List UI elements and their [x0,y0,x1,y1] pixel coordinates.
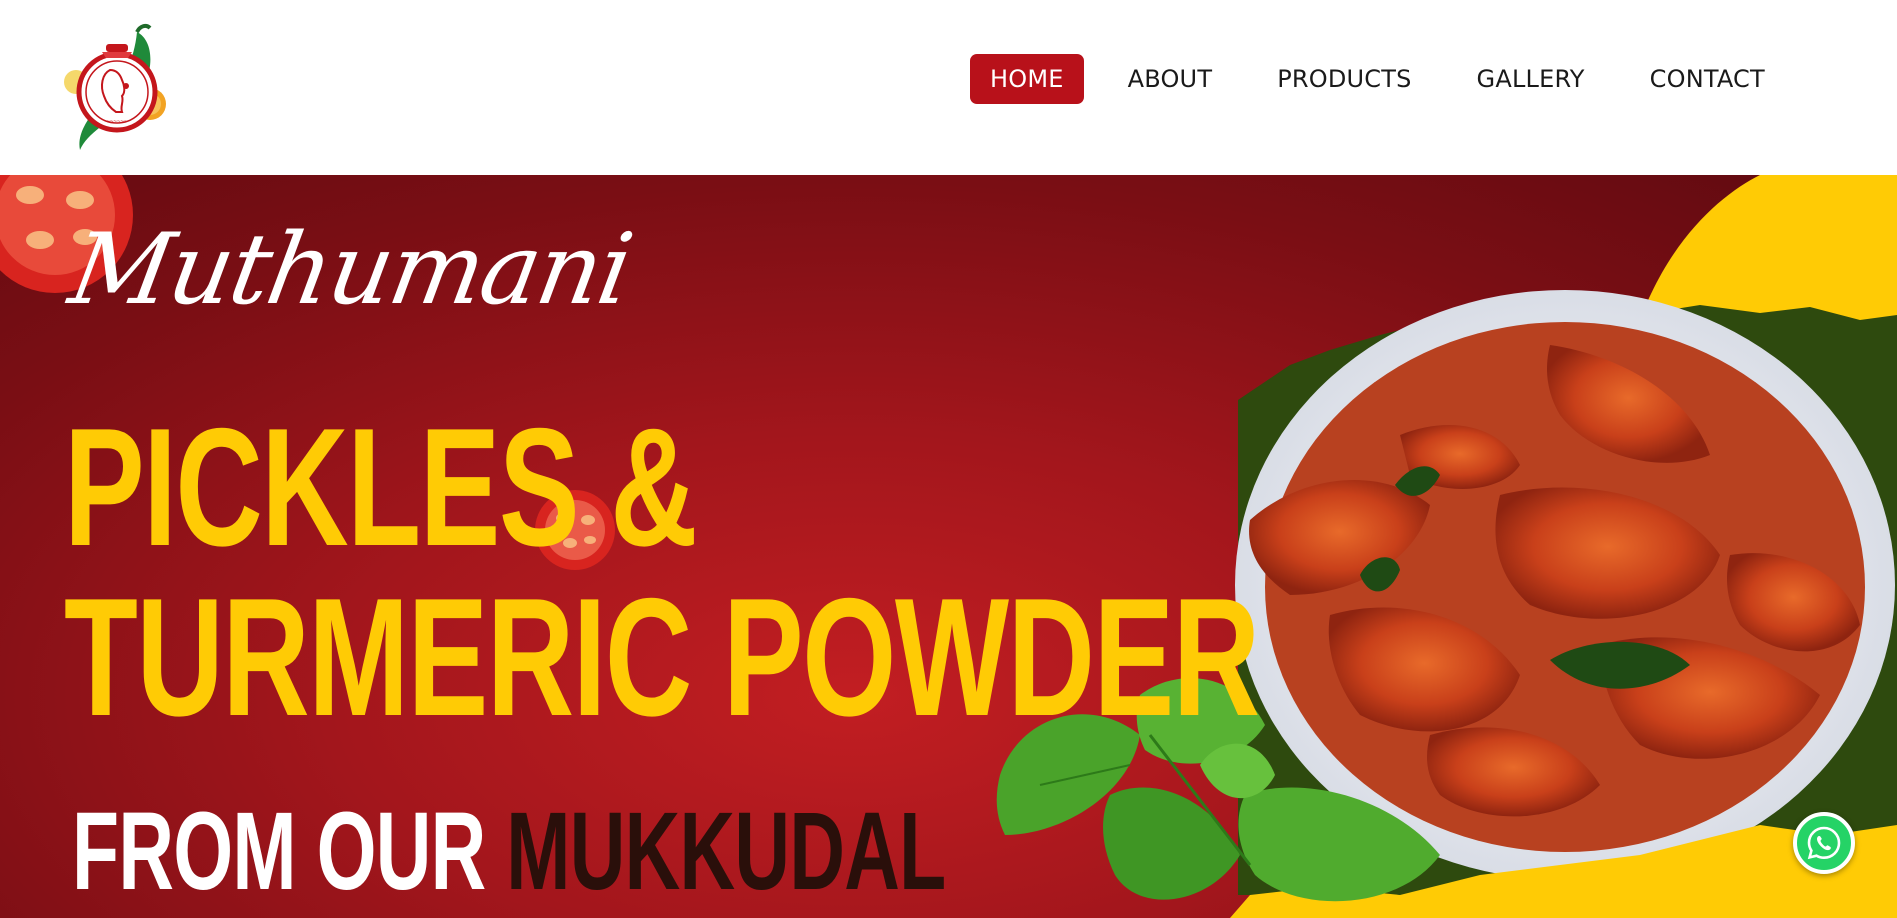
hero-banner: Muthumani PICKLES & TURMERIC POWDER FROM… [0,175,1897,918]
brand-script-title: Muthumani [61,213,639,327]
nav-home[interactable]: HOME [970,54,1084,104]
brand-logo-icon[interactable]: ~~~~~~ [62,22,172,152]
nav-products[interactable]: PRODUCTS [1255,54,1433,104]
nav-gallery[interactable]: GALLERY [1455,54,1607,104]
nav-contact[interactable]: CONTACT [1628,54,1787,104]
hero-headline-line2: TURMERIC POWDER [64,563,1260,751]
hero-subline-part2: MUKKUDAL [506,790,946,913]
site-header: ~~~~~~ HOME ABOUT PRODUCTS GALLERY CONTA… [0,0,1897,175]
svg-text:~~~~~~: ~~~~~~ [106,119,128,125]
main-nav: HOME ABOUT PRODUCTS GALLERY CONTACT [970,54,1808,104]
whatsapp-icon [1807,826,1841,860]
hero-subline: FROM OUR MUKKUDAL [72,797,946,907]
hero-subline-part1: FROM OUR [72,790,507,913]
hero-headline-line1: PICKLES & [64,393,698,581]
nav-about[interactable]: ABOUT [1106,54,1235,104]
whatsapp-button[interactable] [1793,812,1855,874]
